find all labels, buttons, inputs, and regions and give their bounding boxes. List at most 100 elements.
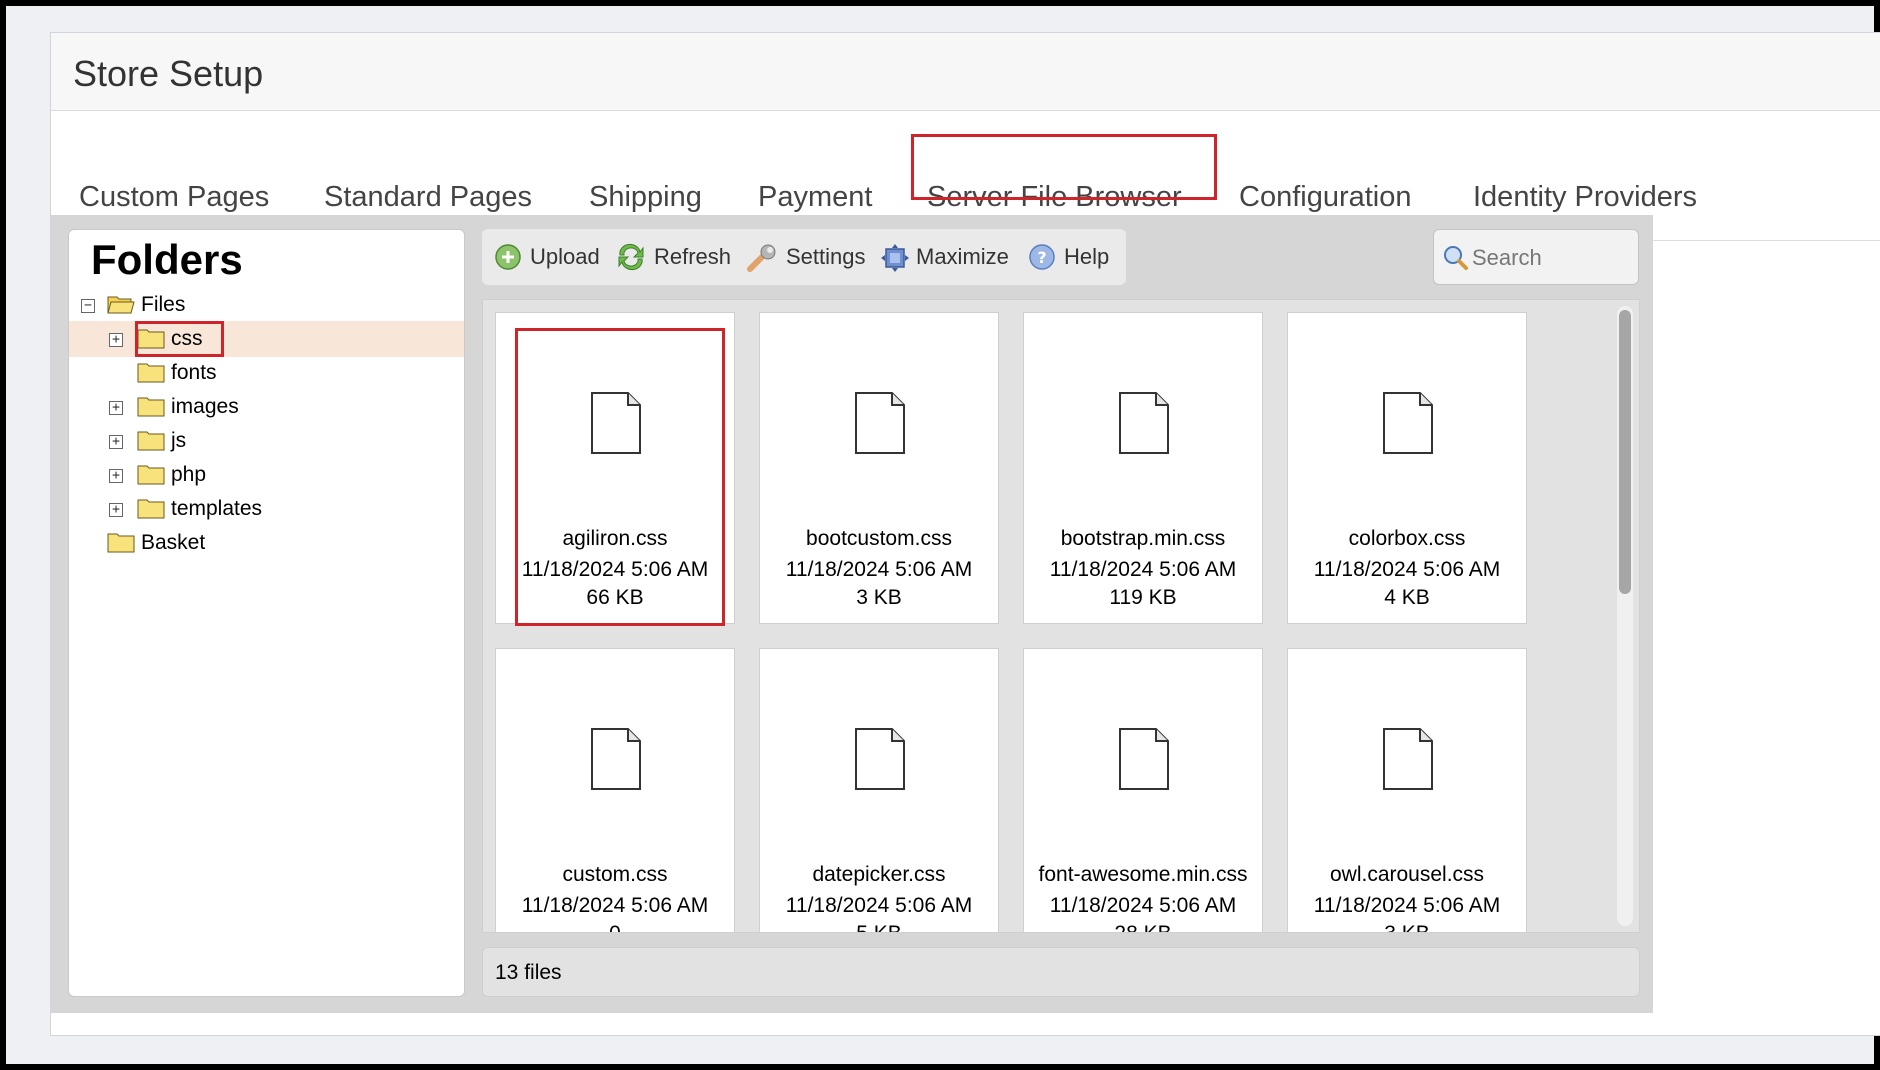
tree-item-images[interactable]: + images	[69, 389, 464, 425]
file-date: 11/18/2024 5:06 AM	[1313, 558, 1501, 581]
status-bar: 13 files	[482, 947, 1640, 997]
file-name: bootcustom.css	[806, 527, 952, 550]
settings-button[interactable]: Settings	[746, 241, 868, 273]
file-icon	[1383, 728, 1433, 790]
help-label: Help	[1064, 244, 1110, 269]
upload-button[interactable]: Upload	[494, 241, 602, 273]
scrollbar-thumb[interactable]	[1619, 310, 1631, 594]
tree-label-fonts: fonts	[171, 361, 217, 384]
tree-label-js: js	[171, 429, 187, 452]
tab-shipping[interactable]: Shipping	[589, 181, 702, 214]
store-setup-panel: Store Setup Custom Pages Standard Pages …	[50, 32, 1880, 1036]
tree-label-images: images	[171, 395, 239, 418]
file-date: 11/18/2024 5:06 AM	[521, 558, 709, 581]
search-icon	[1444, 246, 1468, 270]
upload-label: Upload	[530, 244, 600, 269]
file-icon	[855, 728, 905, 790]
tab-identity-providers[interactable]: Identity Providers	[1473, 181, 1697, 214]
folder-icon	[137, 431, 165, 451]
open-folder-icon	[107, 296, 135, 314]
file-size: 4 KB	[1384, 586, 1430, 609]
expand-icon[interactable]: +	[109, 469, 123, 483]
file-grid: agiliron.css 11/18/2024 5:06 AM 66 KB bo…	[482, 299, 1640, 933]
tab-standard-pages[interactable]: Standard Pages	[324, 181, 532, 214]
maximize-button[interactable]: Maximize	[880, 241, 1014, 273]
tab-custom-pages[interactable]: Custom Pages	[79, 181, 269, 214]
file-icon	[1119, 392, 1169, 454]
search-input[interactable]	[1470, 242, 1634, 274]
expand-icon[interactable]: +	[109, 401, 123, 415]
file-card-bootcustom[interactable]: bootcustom.css 11/18/2024 5:06 AM 3 KB	[759, 312, 999, 624]
refresh-icon	[618, 243, 644, 271]
upload-icon	[495, 244, 521, 270]
file-name: colorbox.css	[1348, 527, 1466, 550]
folder-icon	[137, 499, 165, 519]
file-date: 11/18/2024 5:06 AM	[1049, 558, 1237, 581]
help-button[interactable]: ? Help	[1028, 241, 1118, 273]
file-size: 3 KB	[856, 586, 902, 609]
file-size: 3 KB	[1288, 922, 1526, 932]
page-title: Store Setup	[73, 53, 264, 94]
tree-item-templates[interactable]: + templates	[69, 491, 464, 527]
tree-label-files: Files	[141, 293, 186, 316]
expand-icon[interactable]: +	[109, 503, 123, 517]
file-card-custom[interactable]: custom.css 11/18/2024 5:06 AM 0	[495, 648, 735, 932]
file-name: font-awesome.min.css	[1038, 863, 1248, 886]
selected-folder-highlight	[135, 321, 224, 357]
tree-item-css[interactable]: + css	[69, 321, 464, 357]
folder-icon	[137, 363, 165, 383]
file-card-owl-carousel[interactable]: owl.carousel.css 11/18/2024 5:06 AM 3 KB	[1287, 648, 1527, 932]
file-icon	[1119, 728, 1169, 790]
file-date: 11/18/2024 5:06 AM	[785, 558, 973, 581]
expand-icon[interactable]: +	[109, 435, 123, 449]
screenshot-frame: Store Setup Custom Pages Standard Pages …	[0, 0, 1880, 1070]
file-date: 11/18/2024 5:06 AM	[521, 894, 709, 917]
file-size: 28 KB	[1024, 922, 1262, 932]
file-icon	[591, 728, 641, 790]
folders-pane: Folders − Files + css fonts + images + j…	[68, 229, 465, 997]
collapse-icon[interactable]: −	[81, 299, 95, 313]
panel-header: Store Setup	[51, 33, 1880, 111]
file-size: 0	[496, 922, 734, 932]
folder-icon	[137, 397, 165, 417]
tree-label-templates: templates	[171, 497, 263, 520]
wrench-icon	[747, 244, 776, 272]
tree-item-fonts[interactable]: fonts	[69, 355, 464, 391]
file-name: owl.carousel.css	[1329, 863, 1485, 886]
file-card-font-awesome-min[interactable]: font-awesome.min.css 11/18/2024 5:06 AM …	[1023, 648, 1263, 932]
file-card-agiliron[interactable]: agiliron.css 11/18/2024 5:06 AM 66 KB	[495, 312, 735, 624]
file-name: datepicker.css	[812, 863, 946, 886]
file-name: bootstrap.min.css	[1060, 527, 1226, 550]
tree-item-php[interactable]: + php	[69, 457, 464, 493]
folder-icon	[137, 465, 165, 485]
maximize-icon	[881, 244, 909, 272]
file-name: agiliron.css	[562, 527, 668, 550]
file-date: 11/18/2024 5:06 AM	[1049, 894, 1237, 917]
file-date: 11/18/2024 5:06 AM	[785, 894, 973, 917]
tree-item-basket[interactable]: Basket	[69, 525, 464, 561]
tab-payment[interactable]: Payment	[758, 181, 872, 214]
file-card-datepicker[interactable]: datepicker.css 11/18/2024 5:06 AM 5 KB	[759, 648, 999, 932]
tree-root-files[interactable]: − Files	[69, 287, 464, 323]
file-card-bootstrap-min[interactable]: bootstrap.min.css 11/18/2024 5:06 AM 119…	[1023, 312, 1263, 624]
file-icon	[591, 392, 641, 454]
folders-title: Folders	[91, 236, 243, 283]
file-date: 11/18/2024 5:06 AM	[1313, 894, 1501, 917]
file-icon	[855, 392, 905, 454]
folder-icon	[107, 533, 135, 553]
maximize-label: Maximize	[916, 244, 1009, 269]
refresh-label: Refresh	[654, 244, 732, 269]
refresh-button[interactable]: Refresh	[616, 241, 734, 273]
tab-configuration[interactable]: Configuration	[1239, 181, 1412, 214]
tree-item-js[interactable]: + js	[69, 423, 464, 459]
svg-text:?: ?	[1037, 248, 1046, 267]
file-count: 13 files	[495, 961, 562, 984]
file-browser: Folders − Files + css fonts + images + j…	[51, 215, 1653, 1013]
help-icon: ?	[1029, 244, 1055, 270]
file-card-colorbox[interactable]: colorbox.css 11/18/2024 5:06 AM 4 KB	[1287, 312, 1527, 624]
tree-label-php: php	[171, 463, 207, 486]
settings-label: Settings	[786, 244, 866, 269]
expand-icon[interactable]: +	[109, 333, 123, 347]
search-box[interactable]	[1433, 229, 1639, 285]
file-toolbar: Upload Refresh Settings Maximize ? Help	[482, 229, 1126, 285]
